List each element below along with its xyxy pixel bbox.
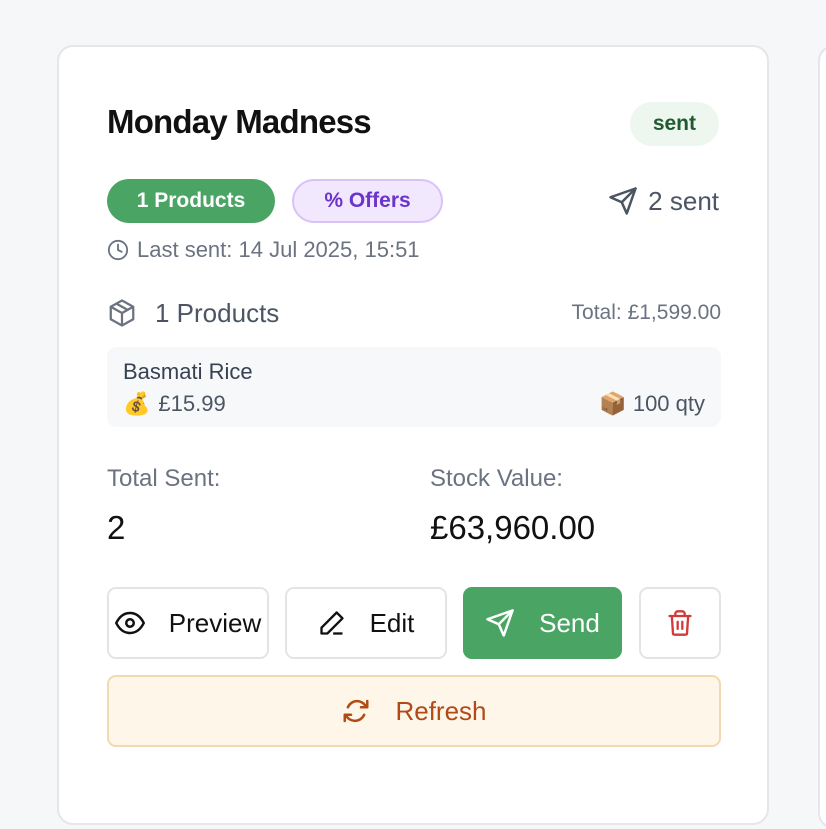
product-qty: 📦 100 qty: [599, 391, 705, 417]
edit-button[interactable]: Edit: [285, 587, 447, 659]
last-sent-text: Last sent: 14 Jul 2025, 15:51: [137, 237, 420, 262]
money-bag-icon: 💰: [123, 391, 151, 416]
campaign-card: Monday Madness sent 1 Products % Offers …: [57, 45, 769, 825]
delete-button[interactable]: [639, 587, 721, 659]
sent-count: 2 sent: [608, 183, 719, 219]
trash-icon: [666, 608, 694, 638]
pencil-icon: [318, 609, 346, 637]
stock-value-label: Stock Value:: [430, 465, 563, 492]
refresh-button[interactable]: Refresh: [107, 675, 721, 747]
preview-button[interactable]: Preview: [107, 587, 269, 659]
refresh-label: Refresh: [395, 695, 487, 726]
last-sent: Last sent: 14 Jul 2025, 15:51: [107, 237, 420, 263]
send-icon: [608, 186, 638, 216]
eye-icon: [114, 608, 145, 638]
edit-label: Edit: [369, 607, 415, 638]
product-price: 💰 £15.99: [123, 391, 226, 417]
products-pill: 1 Products: [107, 179, 275, 223]
send-button[interactable]: Send: [463, 587, 622, 659]
total-label: Total: £1,599.00: [571, 301, 721, 324]
total-sent-label: Total Sent:: [107, 465, 221, 492]
total-sent-value: 2: [107, 509, 126, 546]
clock-icon: [107, 239, 129, 261]
next-card-edge: [818, 45, 826, 829]
stock-value-value: £63,960.00: [430, 509, 596, 546]
preview-label: Preview: [168, 607, 262, 638]
send-icon: [485, 608, 515, 638]
offers-pill: % Offers: [292, 179, 443, 223]
campaign-title: Monday Madness: [107, 103, 372, 140]
package-icon: 📦: [599, 391, 627, 416]
product-qty-text: 100 qty: [632, 391, 705, 416]
status-badge: sent: [629, 102, 719, 146]
product-price-text: £15.99: [158, 391, 226, 416]
send-label: Send: [539, 607, 600, 638]
sent-count-text: 2 sent: [648, 185, 719, 216]
product-item: Basmati Rice 💰 £15.99 📦 100 qty: [107, 347, 721, 427]
product-name: Basmati Rice: [123, 359, 253, 384]
box-icon: [107, 298, 137, 328]
products-label: 1 Products: [155, 297, 280, 328]
refresh-icon: [341, 696, 371, 726]
products-summary: 1 Products Total: £1,599.00: [107, 295, 721, 331]
